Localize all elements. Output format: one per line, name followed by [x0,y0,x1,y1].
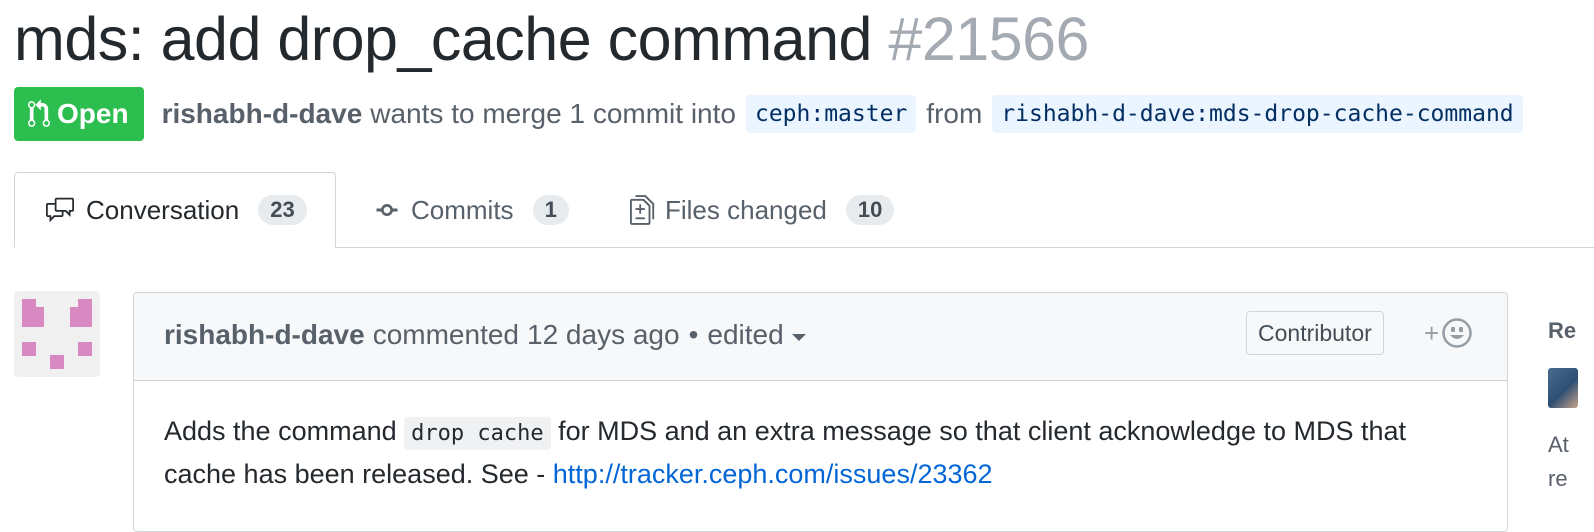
pr-tabs: Conversation 23 Commits 1 Files changed … [14,172,1594,248]
add-reaction-button[interactable]: + [1424,317,1473,349]
comment-text-start: Adds the command [164,416,397,446]
reviewer-avatar[interactable] [1548,368,1578,408]
tracker-link[interactable]: http://tracker.ceph.com/issues/23362 [553,459,993,489]
tab-commits[interactable]: Commits 1 [372,172,569,248]
pr-author-link[interactable]: rishabh-d-dave [162,98,363,130]
state-badge: Open [14,87,144,141]
tab-conversation[interactable]: Conversation 23 [14,172,336,248]
head-branch[interactable]: rishabh-d-dave:mds-drop-cache-command [992,95,1523,133]
merge-summary: rishabh-d-dave wants to merge 1 commit i… [162,95,1533,133]
pr-number: #21566 [888,5,1089,73]
sidebar-text: At re [1548,428,1569,496]
edited-dropdown[interactable]: edited [707,319,806,351]
diff-icon [630,195,655,225]
tab-commits-label: Commits [411,194,514,225]
pr-title: mds: add drop_cache command [14,5,872,73]
chevron-down-icon [791,333,806,341]
base-branch[interactable]: ceph:master [745,95,917,133]
comment-header-text: rishabh-d-dave commented 12 days ago • e… [164,319,806,351]
smiley-icon [1442,318,1472,348]
tab-conversation-count: 23 [258,195,307,225]
author-avatar[interactable] [14,291,100,377]
sidebar-heading: Re [1548,318,1577,343]
inline-code: drop cache [404,417,551,450]
sidebar-line-2: re [1548,466,1568,491]
sidebar-line-1: At [1548,432,1569,457]
git-commit-icon [376,204,398,216]
tab-files-changed-count: 10 [845,195,895,225]
tab-conversation-label: Conversation [86,194,240,225]
comment-body: Adds the command drop cache for MDS and … [164,411,1484,494]
comment-box: rishabh-d-dave commented 12 days ago • e… [133,292,1508,532]
git-pull-request-icon [28,99,50,127]
reaction-plus: + [1424,317,1440,348]
merge-text: wants to merge 1 commit into [370,98,736,129]
comment-separator: • [688,319,699,350]
comment-header: rishabh-d-dave commented 12 days ago • e… [134,293,1507,381]
tab-commits-count: 1 [532,195,569,225]
pr-title-heading: mds: add drop_cache command #21566 [14,2,1089,76]
comment-discussion-icon [46,197,74,223]
tab-files-changed-label: Files changed [665,194,827,225]
from-text: from [926,98,983,129]
tab-files-changed[interactable]: Files changed 10 [630,172,895,248]
comment-author-link[interactable]: rishabh-d-dave [164,319,365,351]
role-badge: Contributor [1246,311,1384,355]
state-label: Open [57,98,129,129]
pr-meta: Open rishabh-d-dave wants to merge 1 com… [14,87,1533,141]
edited-label: edited [707,319,784,350]
comment-timestamp[interactable]: 12 days ago [527,319,680,351]
comment-action: commented [372,319,519,350]
